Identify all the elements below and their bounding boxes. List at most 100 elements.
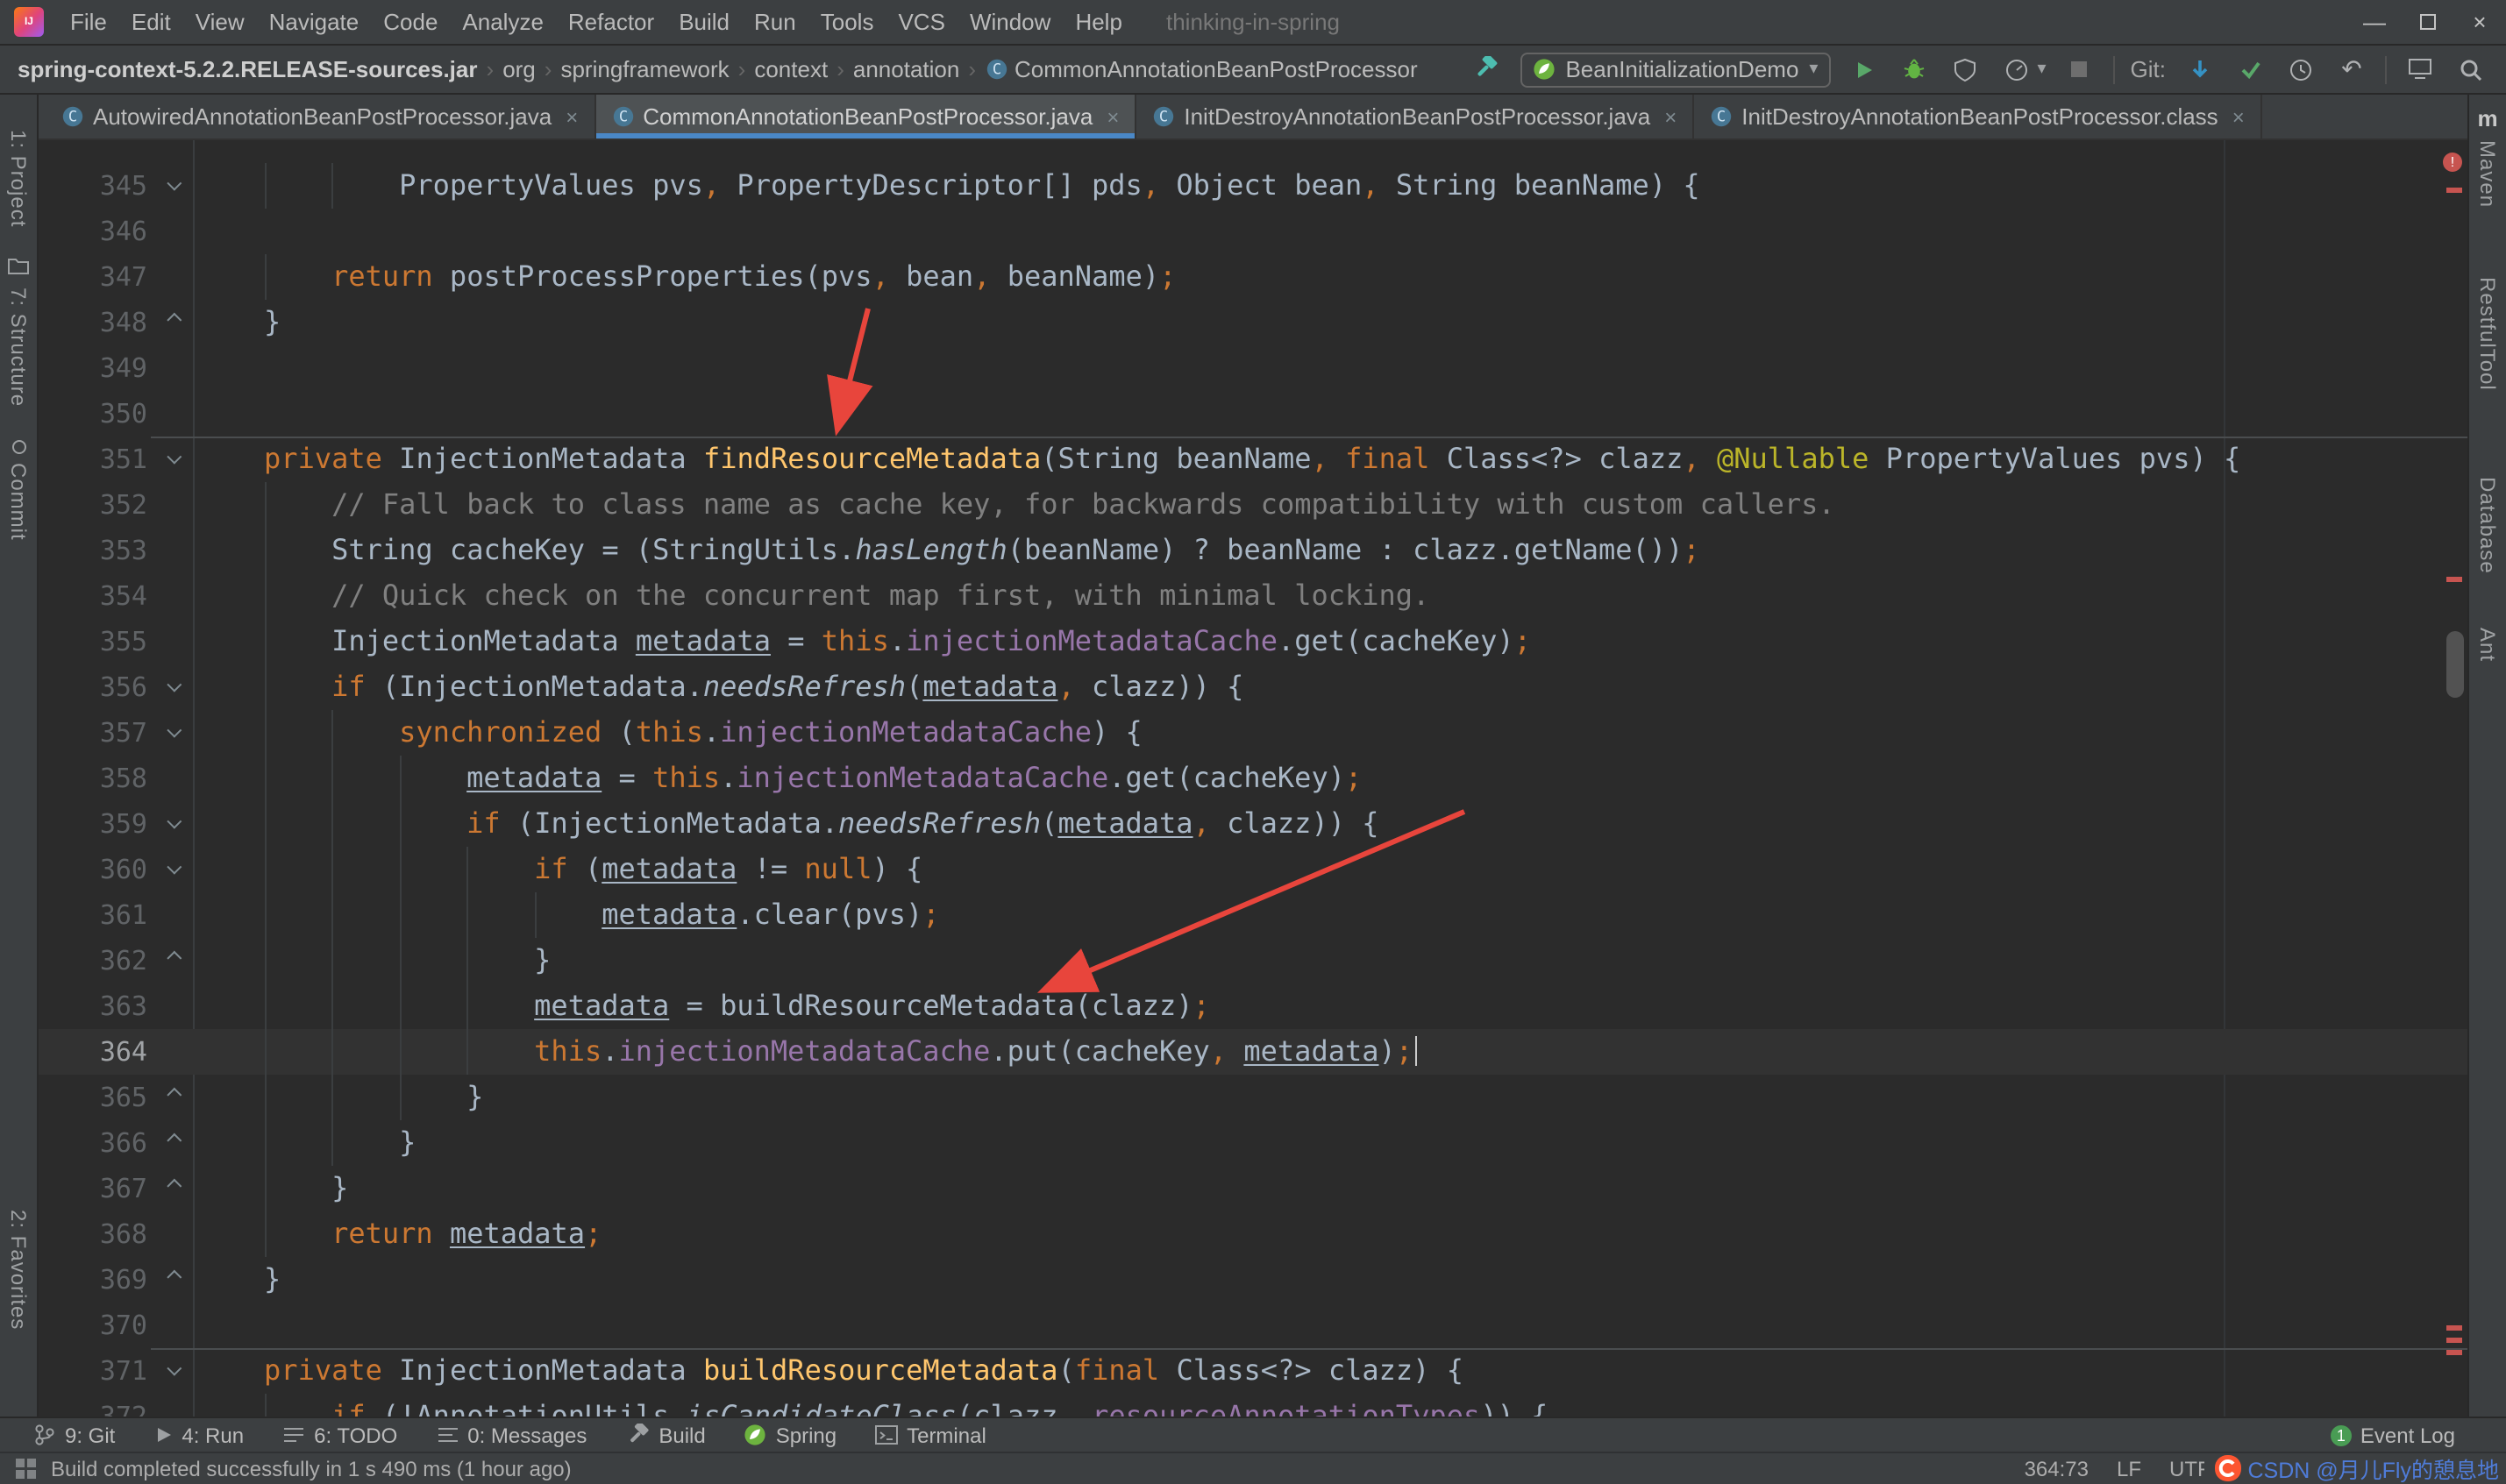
line-number[interactable]: 352 (39, 482, 147, 528)
fold-end-icon[interactable] (147, 1075, 196, 1120)
close-icon[interactable]: × (566, 104, 578, 129)
line-number[interactable]: 357 (39, 710, 147, 756)
tab-initdestroyannotationbeanpostprocessor-java[interactable]: CInitDestroyAnnotationBeanPostProcessor.… (1136, 95, 1694, 138)
line-number[interactable]: 362 (39, 938, 147, 983)
tab-autowiredannotationbeanpostprocessor-java[interactable]: CAutowiredAnnotationBeanPostProcessor.ja… (46, 95, 595, 138)
breadcrumb-item-context[interactable]: context (754, 56, 828, 82)
close-icon[interactable]: × (2232, 104, 2245, 129)
menu-vcs[interactable]: VCS (886, 9, 957, 35)
line-number[interactable]: 363 (39, 983, 147, 1029)
menu-edit[interactable]: Edit (119, 9, 183, 35)
error-stripe-mark[interactable] (2446, 188, 2462, 193)
menu-build[interactable]: Build (666, 9, 742, 35)
breadcrumb-item-annotation[interactable]: annotation (853, 56, 959, 82)
line-number[interactable]: 364 (39, 1029, 147, 1075)
tab-initdestroyannotationbeanpostprocessor-class[interactable]: CInitDestroyAnnotationBeanPostProcessor.… (1694, 95, 2261, 138)
code-line-358[interactable]: 358metadata = this.injectionMetadataCach… (39, 756, 2467, 801)
line-number[interactable]: 345 (39, 163, 147, 209)
code-line-353[interactable]: 353String cacheKey = (StringUtils.hasLen… (39, 528, 2467, 573)
fold-end-icon[interactable] (147, 1257, 196, 1303)
profiler-icon[interactable] (1998, 52, 2033, 87)
close-icon[interactable]: × (1664, 104, 1677, 129)
line-number[interactable]: 369 (39, 1257, 147, 1303)
fold-collapse-icon[interactable] (147, 163, 196, 209)
maven-m-icon[interactable]: m (2469, 105, 2506, 131)
tool-button-restfultool[interactable]: RestfulTool (2469, 277, 2506, 391)
code-line-365[interactable]: 365} (39, 1075, 2467, 1120)
code-line-352[interactable]: 352// Fall back to class name as cache k… (39, 482, 2467, 528)
fold-collapse-icon[interactable] (147, 664, 196, 710)
line-number[interactable]: 365 (39, 1075, 147, 1120)
tool-window-button-4-run[interactable]: 4: Run (153, 1423, 244, 1447)
line-number[interactable]: 354 (39, 573, 147, 619)
fold-end-icon[interactable] (147, 1120, 196, 1166)
code-line-356[interactable]: 356if (InjectionMetadata.needsRefresh(me… (39, 664, 2467, 710)
menu-refactor[interactable]: Refactor (556, 9, 666, 35)
fold-collapse-icon[interactable] (147, 801, 196, 847)
close-button[interactable]: × (2453, 9, 2506, 35)
tool-window-button-9-git[interactable]: 9: Git (33, 1423, 115, 1447)
menu-file[interactable]: File (58, 9, 119, 35)
fold-end-icon[interactable] (147, 1166, 196, 1211)
line-number[interactable]: 371 (39, 1348, 147, 1394)
menu-help[interactable]: Help (1063, 9, 1135, 35)
search-icon[interactable] (2453, 52, 2488, 87)
tool-button-commit[interactable]: Commit (0, 463, 37, 541)
code-line-360[interactable]: 360if (metadata != null) { (39, 847, 2467, 892)
breadcrumb-item-commonannotationbeanpostprocessor[interactable]: CCommonAnnotationBeanPostProcessor (985, 56, 1418, 82)
maximize-button[interactable] (2401, 9, 2453, 35)
menu-code[interactable]: Code (371, 9, 450, 35)
code-line-369[interactable]: 369} (39, 1257, 2467, 1303)
line-number[interactable]: 370 (39, 1303, 147, 1348)
code-line-348[interactable]: 348} (39, 300, 2467, 345)
code-line-372[interactable]: 372if (!AnnotationUtils.isCandidateClass… (39, 1394, 2467, 1417)
folder-icon[interactable] (0, 256, 37, 275)
tool-button-ant[interactable]: Ant (2469, 628, 2506, 662)
line-number[interactable]: 346 (39, 209, 147, 254)
fold-collapse-icon[interactable] (147, 710, 196, 756)
tool-button-1-project[interactable]: 1: Project (0, 130, 37, 227)
line-number[interactable]: 359 (39, 801, 147, 847)
tool-button-maven[interactable]: Maven (2469, 140, 2506, 208)
line-separator[interactable]: LF (2117, 1457, 2141, 1481)
code-line-368[interactable]: 368return metadata; (39, 1211, 2467, 1257)
update-project-icon[interactable] (2182, 52, 2217, 87)
tool-button-2-favorites[interactable]: 2: Favorites (0, 1210, 37, 1330)
caret-position[interactable]: 364:73 (2025, 1457, 2089, 1481)
editor-scrollbar-thumb[interactable] (2446, 631, 2464, 698)
code-line-359[interactable]: 359if (InjectionMetadata.needsRefresh(me… (39, 801, 2467, 847)
line-number[interactable]: 348 (39, 300, 147, 345)
tab-commonannotationbeanpostprocessor-java[interactable]: CCommonAnnotationBeanPostProcessor.java× (595, 95, 1136, 138)
line-number[interactable]: 347 (39, 254, 147, 300)
line-number[interactable]: 355 (39, 619, 147, 664)
tool-window-button-spring[interactable]: Spring (744, 1423, 837, 1447)
code-line-363[interactable]: 363metadata = buildResourceMetadata(claz… (39, 983, 2467, 1029)
code-line-346[interactable]: 346 (39, 209, 2467, 254)
error-stripe-mark[interactable] (2446, 1338, 2462, 1343)
fold-collapse-icon[interactable] (147, 1348, 196, 1394)
play-icon[interactable] (1846, 52, 1881, 87)
code-line-370[interactable]: 370 (39, 1303, 2467, 1348)
code-line-362[interactable]: 362} (39, 938, 2467, 983)
tool-button-7-structure[interactable]: 7: Structure (0, 288, 37, 407)
code-line-345[interactable]: 345PropertyValues pvs, PropertyDescripto… (39, 163, 2467, 209)
stop-icon[interactable] (2062, 52, 2097, 87)
code-line-357[interactable]: 357synchronized (this.injectionMetadataC… (39, 710, 2467, 756)
menu-navigate[interactable]: Navigate (257, 9, 372, 35)
line-number[interactable]: 372 (39, 1394, 147, 1417)
line-number[interactable]: 350 (39, 391, 147, 437)
line-number[interactable]: 351 (39, 437, 147, 482)
menu-view[interactable]: View (183, 9, 257, 35)
menu-tools[interactable]: Tools (808, 9, 886, 35)
line-number[interactable]: 360 (39, 847, 147, 892)
minimize-button[interactable]: — (2348, 9, 2401, 35)
line-number[interactable]: 353 (39, 528, 147, 573)
line-number[interactable]: 367 (39, 1166, 147, 1211)
fold-collapse-icon[interactable] (147, 437, 196, 482)
fold-end-icon[interactable] (147, 938, 196, 983)
code-editor[interactable]: 345PropertyValues pvs, PropertyDescripto… (39, 140, 2467, 1417)
line-number[interactable]: 368 (39, 1211, 147, 1257)
run-config-selector[interactable]: BeanInitializationDemo▾ (1520, 52, 1830, 87)
code-line-361[interactable]: 361metadata.clear(pvs); (39, 892, 2467, 938)
build-hammer-teal-icon[interactable] (1469, 52, 1504, 87)
